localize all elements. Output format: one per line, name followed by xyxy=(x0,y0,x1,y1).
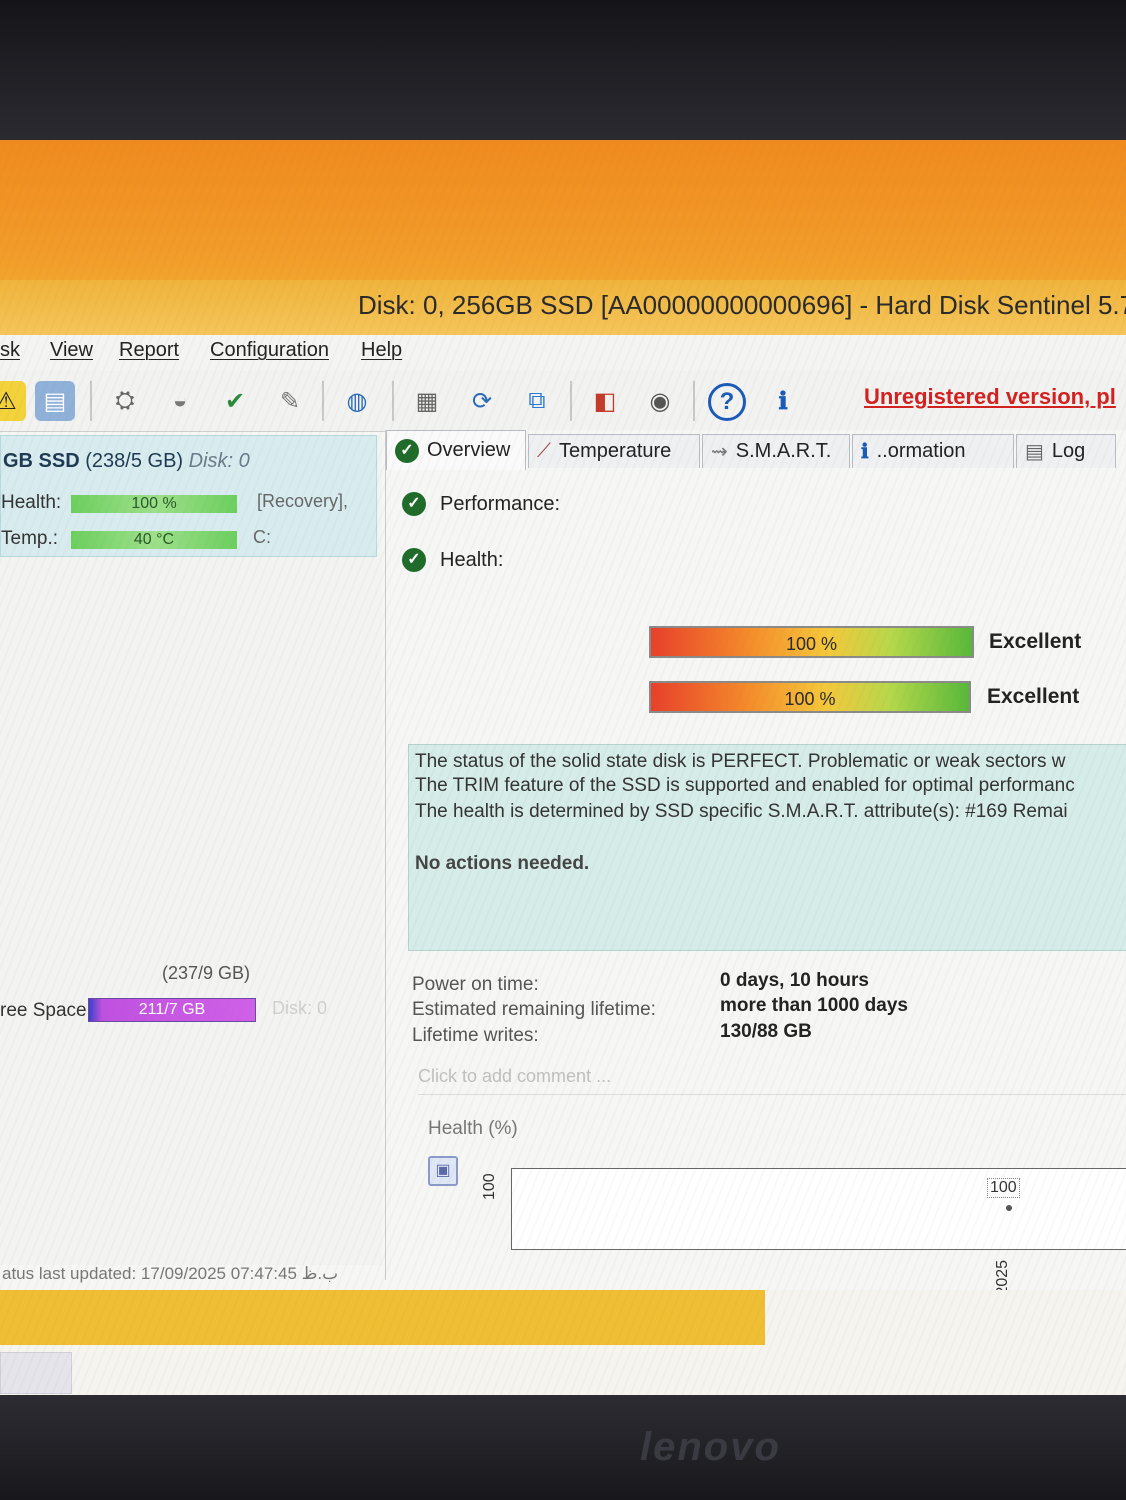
tab-temperature-label: Temperature xyxy=(559,440,672,462)
toolbar-separator xyxy=(90,381,92,421)
data-label: 100 xyxy=(987,1178,1020,1198)
tab-temperature[interactable]: ⟋ Temperature xyxy=(528,434,700,468)
tab-smart[interactable]: ⇝ S.M.A.R.T. xyxy=(702,434,850,468)
disk-title-index: Disk: 0 xyxy=(188,450,250,472)
laptop-bezel-top xyxy=(0,0,1126,140)
laptop-logo: lenovo xyxy=(640,1425,781,1469)
disk-title: GB SSD (238/5 GB) Disk: 0 xyxy=(3,450,250,473)
free-space-label: ree Space xyxy=(0,1000,87,1021)
menu-report[interactable]: Report xyxy=(119,339,179,362)
health-bar: 100 % xyxy=(71,495,237,513)
menu-disk[interactable]: sk xyxy=(0,339,20,362)
status-description: The status of the solid state disk is PE… xyxy=(408,744,1126,951)
speaker-icon[interactable]: ◉ xyxy=(640,381,680,421)
menu-help[interactable]: Help xyxy=(361,339,402,362)
status-line: The TRIM feature of the SSD is supported… xyxy=(415,775,1075,796)
window-title: Disk: 0, 256GB SSD [AA00000000000696] - … xyxy=(358,290,1126,320)
toolbar-separator xyxy=(392,381,394,421)
disk-tools-icon[interactable]: ✎ xyxy=(270,381,310,421)
health-label-right: Health: xyxy=(440,548,504,571)
partition-c[interactable]: C: xyxy=(253,527,271,548)
y-tick-label: 100 xyxy=(481,1173,498,1200)
tab-bar: ✓ Overview ⟋ Temperature ⇝ S.M.A.R.T. ℹ … xyxy=(386,430,1126,470)
thermometer-icon: ⟋ xyxy=(537,440,551,462)
comment-field[interactable]: Click to add comment ... xyxy=(418,1066,1126,1095)
health-chart-plot xyxy=(511,1168,1126,1250)
screen: Disk: 0, 256GB SSD [AA00000000000696] - … xyxy=(0,140,1126,1395)
right-panel: ✓ Overview ⟋ Temperature ⇝ S.M.A.R.T. ℹ … xyxy=(385,430,1126,1340)
info-icon[interactable]: ℹ xyxy=(763,381,803,421)
menu-bar: sk View Report Configuration Help xyxy=(0,335,1126,371)
refresh-icon[interactable]: ⟳ xyxy=(462,381,502,421)
writes-value: 130/88 GB xyxy=(720,1021,812,1042)
status-action: No actions needed. xyxy=(415,853,590,874)
log-icon: ▤ xyxy=(1025,441,1044,463)
info-small-icon: ℹ xyxy=(861,441,869,463)
chart-title: Health (%) xyxy=(428,1118,518,1139)
disk-check-icon[interactable]: ◒ xyxy=(160,381,200,421)
partition-size: (237/9 GB) xyxy=(162,963,251,983)
laptop-bezel-bottom: lenovo xyxy=(0,1395,1126,1500)
power-on-value: 0 days, 10 hours xyxy=(720,970,869,991)
start-button[interactable] xyxy=(0,1352,72,1394)
health-rating: Excellent xyxy=(987,685,1080,708)
chart-icon[interactable]: ◧ xyxy=(585,381,625,421)
save-icon[interactable]: ▣ xyxy=(428,1156,458,1186)
tab-overview[interactable]: ✓ Overview xyxy=(386,430,526,470)
lifetime-label: Estimated remaining lifetime: xyxy=(412,999,656,1020)
disk-title-size: (238/5 GB) xyxy=(85,450,184,472)
toolbar-separator xyxy=(693,381,695,421)
check-icon: ✓ xyxy=(402,548,426,572)
disk-summary[interactable]: GB SSD (238/5 GB) Disk: 0 Health: 100 % … xyxy=(0,435,377,557)
check-icon: ✓ xyxy=(395,438,419,463)
disk-ok-icon[interactable]: ✔ xyxy=(215,381,255,421)
status-last-updated: atus last updated: 17/09/2025 07:47:45 ب… xyxy=(2,1264,339,1283)
writes-label: Lifetime writes: xyxy=(412,1025,539,1046)
performance-label: Performance: xyxy=(440,492,561,515)
temp-label: Temp.: xyxy=(1,528,59,549)
disk-scan-icon[interactable]: ⛭ xyxy=(105,381,145,421)
left-panel: GB SSD (238/5 GB) Disk: 0 Health: 100 % … xyxy=(0,435,382,1283)
power-on-label: Power on time: xyxy=(412,974,539,995)
health-row: ✓ Health: xyxy=(402,548,503,572)
tab-information[interactable]: ℹ ..ormation xyxy=(852,434,1014,468)
tab-log-label: Log xyxy=(1051,440,1086,462)
report-icon[interactable]: ▦ xyxy=(407,381,447,421)
health-bar-right: 100 % xyxy=(649,681,971,713)
health-label: Health: xyxy=(1,492,62,513)
free-space-disk: Disk: 0 xyxy=(272,998,328,1018)
toolbar-separator xyxy=(570,381,572,421)
disk-title-model: GB SSD xyxy=(3,450,80,472)
title-bar: Disk: 0, 256GB SSD [AA00000000000696] - … xyxy=(0,280,1126,335)
warning-icon[interactable]: ⚠ xyxy=(0,381,26,421)
performance-row: ✓ Performance: xyxy=(402,492,560,516)
globe-icon[interactable]: ◍ xyxy=(337,381,377,421)
desktop-wallpaper xyxy=(0,140,1126,290)
tab-overview-label: Overview xyxy=(427,439,511,461)
network-icon[interactable]: ⧉ xyxy=(517,381,557,421)
temp-bar: 40 °C xyxy=(71,531,237,549)
data-point xyxy=(1006,1205,1012,1211)
tab-log[interactable]: ▤ Log xyxy=(1016,434,1116,468)
status-line: The status of the solid state disk is PE… xyxy=(415,751,1066,772)
disk-icon[interactable]: ▤ xyxy=(35,381,75,421)
taskbar-window-button[interactable] xyxy=(0,1290,765,1345)
tab-information-label: ..ormation xyxy=(876,440,966,462)
performance-rating: Excellent xyxy=(989,630,1082,653)
taskbar xyxy=(0,1290,1126,1395)
unregistered-link[interactable]: Unregistered version, pl xyxy=(864,384,1116,410)
toolbar-separator xyxy=(322,381,324,421)
disk-small-icon: ⇝ xyxy=(711,441,728,463)
menu-configuration[interactable]: Configuration xyxy=(210,339,329,362)
lifetime-value: more than 1000 days xyxy=(720,995,908,1016)
free-space-bar[interactable]: 211/7 GB xyxy=(88,998,256,1022)
partition-recovery[interactable]: [Recovery], xyxy=(257,491,348,512)
performance-bar: 100 % xyxy=(649,626,974,658)
status-line: The health is determined by SSD specific… xyxy=(415,801,1068,822)
help-icon[interactable]: ? xyxy=(708,383,746,421)
check-icon: ✓ xyxy=(402,492,426,516)
tab-smart-label: S.M.A.R.T. xyxy=(735,440,832,462)
menu-view[interactable]: View xyxy=(50,339,93,362)
